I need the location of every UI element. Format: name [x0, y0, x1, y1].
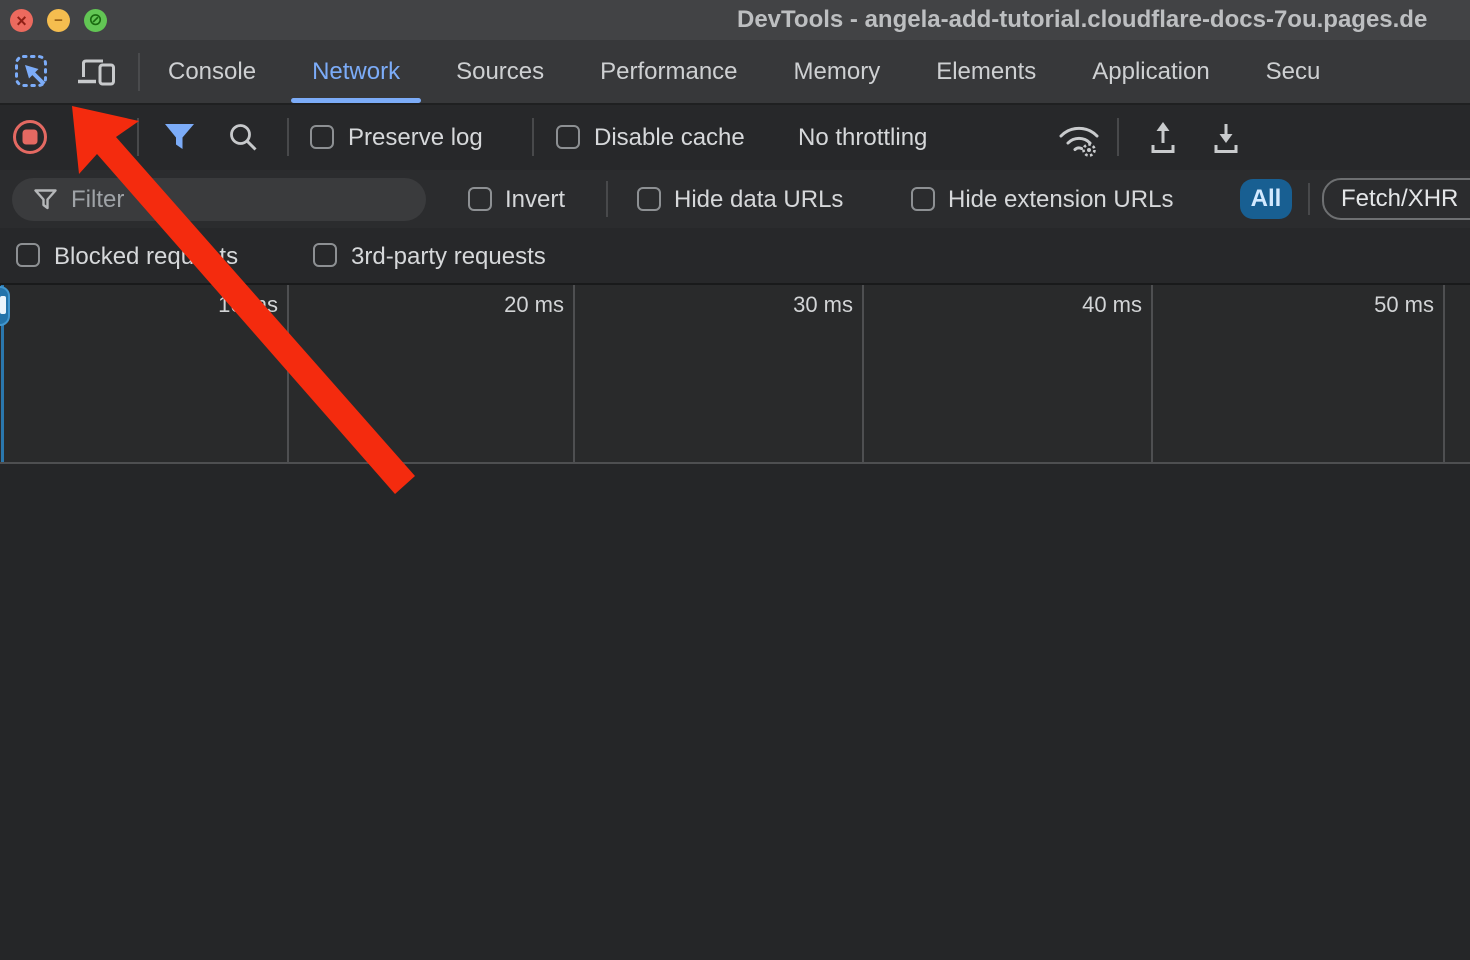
timeline-gridline — [573, 285, 575, 462]
timeline-gridline — [862, 285, 864, 462]
wifi-gear-icon — [1056, 118, 1102, 158]
zoom-window-icon[interactable] — [84, 9, 107, 32]
blocked-requests-label[interactable]: Blocked requests — [54, 245, 238, 269]
third-party-requests-checkbox[interactable] — [313, 243, 337, 267]
network-toolbar: Preserve log Disable cache No throttling — [0, 105, 1470, 170]
disable-cache-label[interactable]: Disable cache — [594, 126, 745, 150]
filterbar-divider — [606, 181, 608, 217]
device-toolbar-icon — [75, 54, 117, 90]
tab-network[interactable]: Network — [284, 40, 428, 103]
minimize-window-icon[interactable] — [47, 9, 70, 32]
window-title: DevTools - angela-add-tutorial.cloudflar… — [737, 6, 1427, 34]
search-icon — [227, 121, 260, 154]
clear-network-log-button[interactable] — [77, 120, 111, 154]
export-har-button[interactable] — [1211, 120, 1241, 155]
timeline-tick-label: 10 ms — [186, 292, 278, 318]
tab-security[interactable]: Secu — [1238, 40, 1349, 103]
close-window-icon[interactable] — [10, 9, 33, 32]
window-titlebar: DevTools - angela-add-tutorial.cloudflar… — [0, 0, 1470, 40]
request-type-all-button[interactable]: All — [1240, 179, 1292, 219]
tab-console[interactable]: Console — [140, 40, 284, 103]
network-overview-timeline: 10 ms 20 ms 30 ms 40 ms 50 ms — [0, 285, 1470, 464]
devtools-tabbar: Console Network Sources Performance Memo… — [0, 40, 1470, 105]
timeline-tick-label: 30 ms — [761, 292, 853, 318]
timeline-tick-label: 20 ms — [472, 292, 564, 318]
invert-label[interactable]: Invert — [505, 188, 565, 212]
toggle-device-toolbar-button[interactable] — [74, 51, 118, 93]
invert-checkbox[interactable] — [468, 187, 492, 211]
tab-performance[interactable]: Performance — [572, 40, 765, 103]
hide-data-urls-checkbox[interactable] — [637, 187, 661, 211]
throttling-select[interactable]: No throttling — [798, 126, 927, 150]
record-network-log-button[interactable] — [12, 119, 48, 155]
tab-memory[interactable]: Memory — [766, 40, 909, 103]
hide-extension-urls-checkbox[interactable] — [911, 187, 935, 211]
timeline-gridline — [1443, 285, 1445, 462]
network-filter-bar: Invert Hide data URLs Hide extension URL… — [0, 170, 1470, 228]
blocked-requests-checkbox[interactable] — [16, 243, 40, 267]
filterbar-divider — [1308, 183, 1310, 215]
preserve-log-label[interactable]: Preserve log — [348, 126, 483, 150]
preserve-log-checkbox[interactable] — [310, 125, 334, 149]
request-options-bar: Blocked requests 3rd-party requests — [0, 228, 1470, 285]
download-icon — [1211, 120, 1241, 155]
toolbar-divider — [137, 118, 139, 156]
import-har-button[interactable] — [1148, 120, 1178, 155]
timeline-gridline — [1151, 285, 1153, 462]
network-conditions-button[interactable] — [1056, 118, 1102, 158]
toolbar-divider — [287, 118, 289, 156]
toolbar-divider — [1117, 118, 1119, 156]
tab-application[interactable]: Application — [1064, 40, 1237, 103]
inspect-cursor-icon — [14, 54, 50, 90]
clear-icon — [77, 120, 111, 154]
timeline-handle[interactable] — [0, 286, 10, 326]
toolbar-divider — [532, 118, 534, 156]
hide-extension-urls-label[interactable]: Hide extension URLs — [948, 188, 1173, 212]
filter-funnel-icon — [164, 123, 195, 151]
filter-field[interactable] — [12, 178, 426, 221]
network-requests-panel: Recordi Perform a request — [0, 464, 1470, 917]
timeline-tick-label: 40 ms — [1050, 292, 1142, 318]
filter-funnel-outline-icon — [34, 189, 57, 210]
filter-input[interactable] — [71, 186, 371, 214]
timeline-tick-label: 50 ms — [1342, 292, 1434, 318]
tab-elements[interactable]: Elements — [908, 40, 1064, 103]
disable-cache-checkbox[interactable] — [556, 125, 580, 149]
inspect-element-button[interactable] — [12, 51, 52, 93]
tab-sources[interactable]: Sources — [428, 40, 572, 103]
timeline-gridline — [287, 285, 289, 462]
hide-data-urls-label[interactable]: Hide data URLs — [674, 188, 843, 212]
third-party-requests-label[interactable]: 3rd-party requests — [351, 245, 546, 269]
filter-toggle-button[interactable] — [164, 123, 195, 151]
upload-icon — [1148, 120, 1178, 155]
request-type-fetch-xhr-button[interactable]: Fetch/XHR — [1322, 178, 1470, 220]
record-stop-icon — [12, 119, 48, 155]
search-button[interactable] — [227, 121, 260, 154]
